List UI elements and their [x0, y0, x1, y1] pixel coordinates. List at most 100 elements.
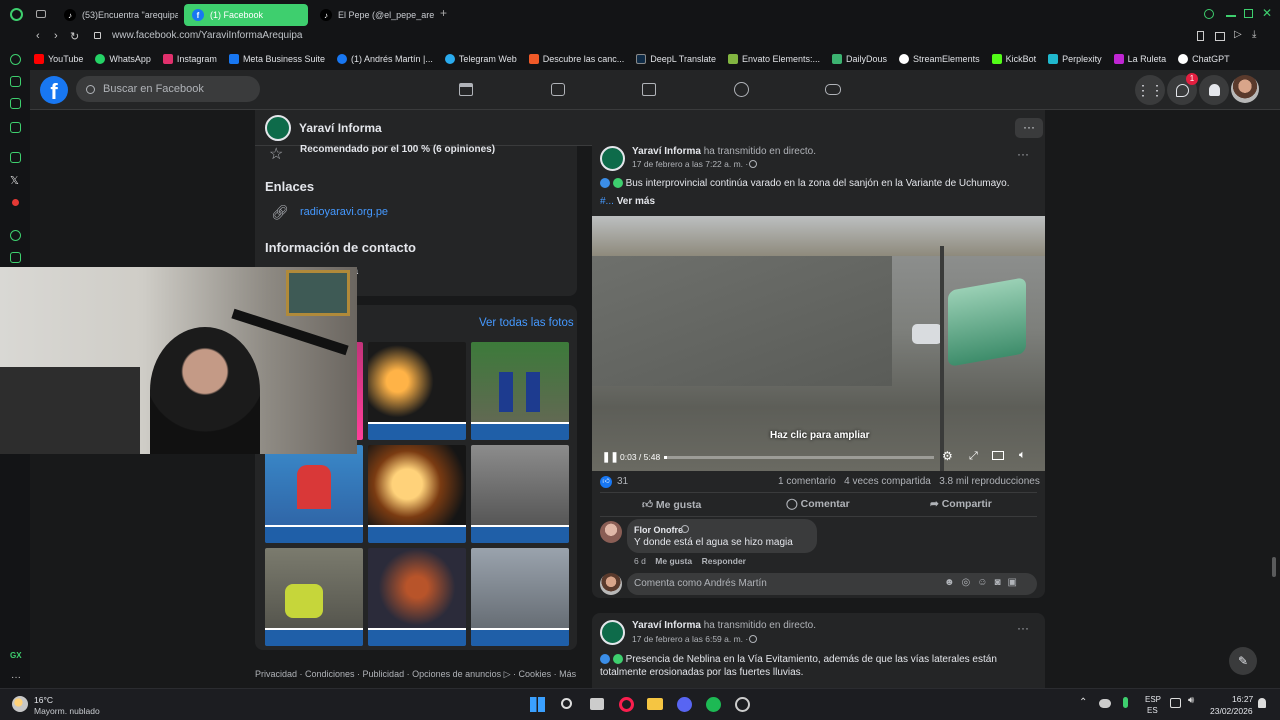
history-icon[interactable]	[10, 54, 21, 65]
discord-icon[interactable]	[677, 697, 692, 712]
search-box[interactable]: Buscar en Facebook	[76, 76, 260, 102]
page-more-button[interactable]: ···	[1015, 118, 1043, 138]
menu-grid-icon[interactable]: ⋮⋮	[1135, 75, 1165, 105]
minimize-icon[interactable]	[1226, 15, 1236, 17]
clock-time[interactable]: 16:27	[1232, 694, 1253, 704]
notification-center-icon[interactable]	[1258, 698, 1266, 708]
opera-gx-taskbar-icon[interactable]	[619, 697, 634, 712]
reaction-count[interactable]: 31	[617, 476, 628, 487]
gif-icon[interactable]: ◎	[962, 577, 978, 588]
bookmark-facebook-profile[interactable]: (1) Andrés Martín |...	[336, 54, 433, 64]
reload-icon[interactable]: ↻	[70, 30, 79, 43]
spotify-icon[interactable]	[706, 697, 721, 712]
post-author-avatar[interactable]	[600, 620, 625, 645]
weather-temp[interactable]: 16°C	[34, 695, 53, 705]
bookmark-page-icon[interactable]	[1197, 31, 1204, 41]
comment-reply-link[interactable]: Responder	[702, 556, 746, 566]
comment-button[interactable]: ◯ Comentar	[786, 498, 850, 510]
share-button[interactable]: ➦ Compartir	[930, 498, 992, 510]
photo-thumb[interactable]	[471, 342, 569, 440]
post-time[interactable]: 17 de febrero a las 6:59 a. m. ·	[632, 634, 748, 644]
url-field[interactable]: www.facebook.com/YaraviInformaArequipa	[112, 30, 302, 41]
camera-icon[interactable]: ◙	[994, 577, 1007, 588]
download-icon[interactable]: ⤓	[1252, 29, 1256, 40]
bookmark-kickbot[interactable]: KickBot	[991, 54, 1036, 64]
nav-groups-icon[interactable]	[734, 82, 749, 97]
workspaces-icon[interactable]	[36, 10, 46, 18]
maximize-icon[interactable]	[1244, 9, 1253, 18]
volume-icon[interactable]: 🔈︎	[1019, 449, 1026, 462]
bookmark-telegram[interactable]: Telegram Web	[444, 54, 517, 64]
website-link[interactable]: radioyaravi.org.pe	[300, 206, 388, 218]
nav-marketplace-icon[interactable]	[642, 83, 656, 96]
commenter-avatar[interactable]	[600, 521, 622, 543]
twitch-icon[interactable]	[10, 152, 21, 163]
post-author[interactable]: Yaraví Informa	[632, 146, 701, 157]
new-tab-button[interactable]: +	[440, 7, 452, 19]
tray-chevron-icon[interactable]: ⌃	[1079, 697, 1087, 708]
bookmark-youtube[interactable]: YouTube	[34, 54, 83, 64]
bookmark-streamelements[interactable]: StreamElements	[899, 54, 980, 64]
pip-icon[interactable]	[992, 451, 1004, 460]
bookmark-perplexity[interactable]: Perplexity	[1048, 54, 1102, 64]
tray-cloud-icon[interactable]	[1099, 699, 1111, 708]
avatar-sticker-icon[interactable]: ☻	[944, 577, 962, 588]
start-icon[interactable]	[530, 697, 545, 712]
messenger-sidebar-icon[interactable]	[10, 122, 21, 133]
bookmark-envato[interactable]: Envato Elements:...	[727, 54, 820, 64]
opera-gx-logo-icon[interactable]	[10, 8, 23, 21]
weather-desc[interactable]: Mayorm. nublado	[34, 706, 100, 716]
wifi-icon[interactable]	[1170, 698, 1181, 708]
gx-corner-icon[interactable]	[10, 98, 21, 109]
bookmark-deepl[interactable]: DeepL Translate	[636, 54, 716, 64]
photo-thumb[interactable]	[265, 445, 363, 543]
photo-thumb[interactable]	[265, 548, 363, 646]
sticker-icon[interactable]: ▣	[1008, 577, 1024, 588]
tab-facebook[interactable]: f (1) Facebook	[184, 4, 308, 26]
notifications-bell-icon[interactable]	[1199, 75, 1229, 105]
nav-home-icon[interactable]	[459, 83, 473, 96]
post-options-icon[interactable]: ···	[1017, 147, 1029, 161]
photo-thumb[interactable]	[471, 445, 569, 543]
bookmark-la-ruleta[interactable]: La Ruleta	[1113, 54, 1166, 64]
taskbar-search-icon[interactable]	[561, 698, 572, 709]
post-author[interactable]: Yaraví Informa	[632, 620, 701, 631]
language-code[interactable]: ESP	[1145, 695, 1161, 704]
player-sidebar-icon[interactable]	[10, 230, 21, 241]
close-window-icon[interactable]: ✕	[1262, 6, 1272, 20]
tab-tiktok[interactable]: ♪ (53)Encuentra "arequipa li	[56, 4, 178, 26]
weather-icon[interactable]	[12, 696, 28, 712]
gx-control-icon[interactable]	[10, 76, 21, 87]
speaker-icon[interactable]: 🔊︎	[1188, 695, 1194, 706]
settings-icon[interactable]: ⚙	[942, 449, 953, 463]
nav-gaming-icon[interactable]	[825, 84, 841, 95]
bookmark-dailydous[interactable]: DailyDous	[832, 54, 887, 64]
share-count[interactable]: 4 veces compartida	[844, 476, 931, 487]
photo-thumb[interactable]	[368, 342, 466, 440]
file-explorer-icon[interactable]	[647, 698, 663, 710]
like-button[interactable]: 👍︎ Me gusta	[642, 498, 701, 511]
video-player[interactable]: Haz clic para ampliar ❚❚ 0:03 / 5:48 ⚙ ⤢…	[592, 216, 1045, 471]
back-icon[interactable]: ‹	[36, 30, 40, 42]
record-icon[interactable]	[12, 199, 19, 206]
post-options-icon[interactable]: ···	[1017, 621, 1029, 635]
wallet-icon[interactable]	[10, 252, 21, 263]
page-logo[interactable]	[265, 115, 291, 141]
see-all-photos-link[interactable]: Ver todas las fotos	[479, 317, 574, 329]
bookmark-chatgpt[interactable]: ChatGPT	[1178, 54, 1230, 64]
task-view-icon[interactable]	[590, 698, 604, 710]
video-progress-track[interactable]	[664, 456, 934, 459]
post-author-avatar[interactable]	[600, 146, 625, 171]
more-sidebar-icon[interactable]: ···	[11, 672, 21, 683]
player-icon[interactable]: ▷	[1234, 29, 1242, 40]
photo-thumb[interactable]	[471, 548, 569, 646]
bookmark-meta[interactable]: Meta Business Suite	[228, 54, 325, 64]
search-tabs-icon[interactable]	[1204, 9, 1214, 19]
facebook-logo-icon[interactable]: f	[40, 76, 68, 104]
bookmark-whatsapp[interactable]: WhatsApp	[95, 54, 151, 64]
see-more-link[interactable]: Ver más	[617, 196, 655, 207]
keyboard-code[interactable]: ES	[1147, 706, 1158, 715]
comment-author[interactable]: Flor Onofre	[634, 525, 683, 535]
comment-count[interactable]: 1 comentario	[778, 476, 836, 487]
page-title[interactable]: Yaraví Informa	[299, 121, 382, 135]
